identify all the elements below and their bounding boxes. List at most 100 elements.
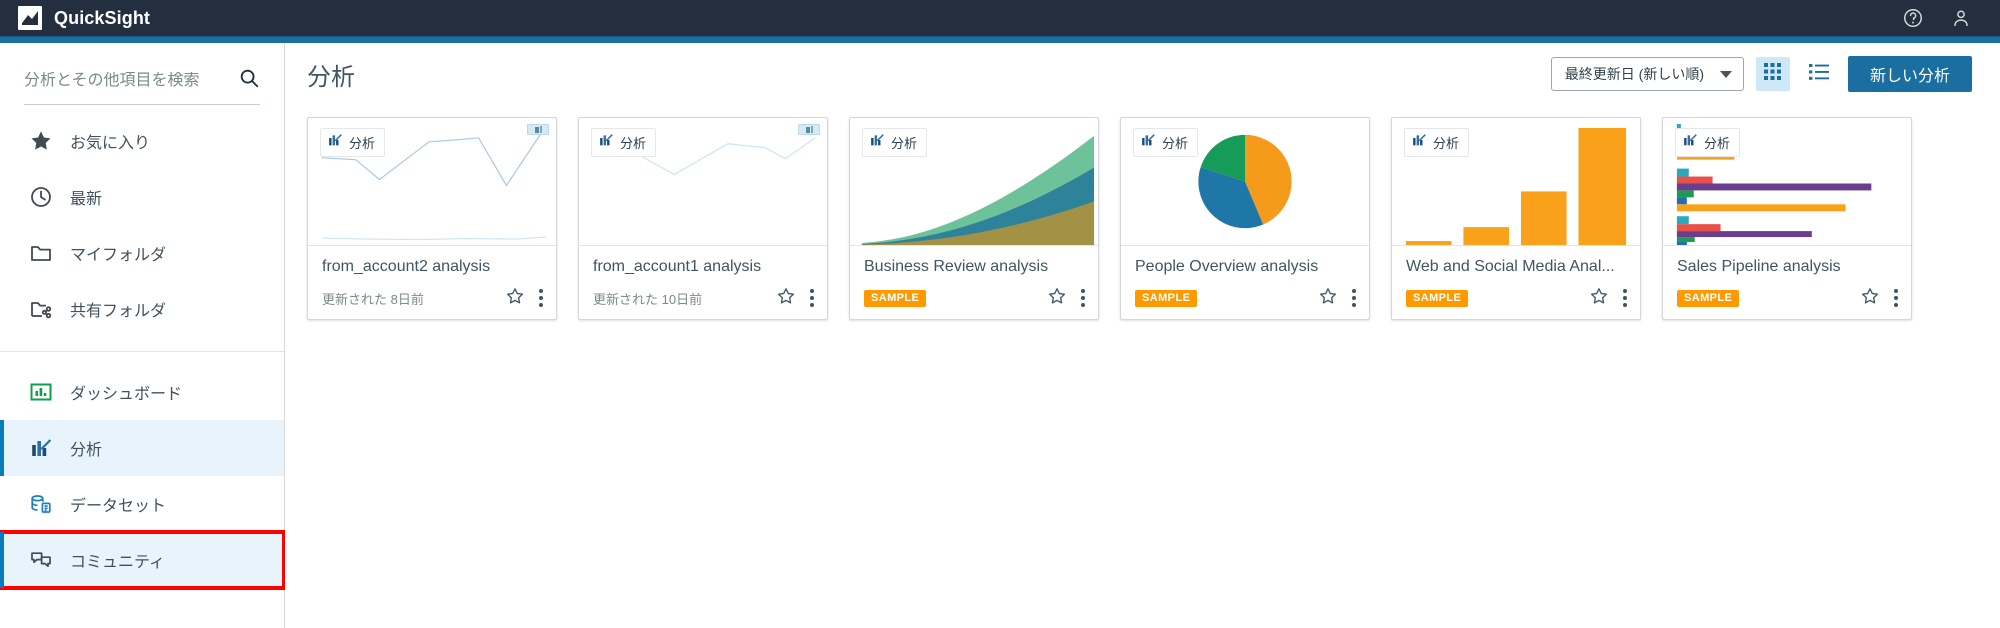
- analysis-icon: [28, 435, 54, 461]
- card-type-badge: 分析: [320, 128, 386, 157]
- card-body: Business Review analysis SAMPLE: [850, 246, 1098, 319]
- card-type-label: 分析: [891, 136, 918, 151]
- card-type-badge: 分析: [1675, 128, 1741, 157]
- card-actions: [1589, 286, 1628, 311]
- card-type-badge: 分析: [591, 128, 657, 157]
- sidebar-item-datasets[interactable]: データセット: [0, 476, 284, 532]
- star-outline-icon[interactable]: [505, 286, 525, 311]
- search-input[interactable]: [24, 71, 238, 90]
- sidebar-item-favorites[interactable]: お気に入り: [0, 113, 284, 169]
- analysis-card-grid: 分析 from_account2 analysis 更新された 8日前 分析 f…: [285, 105, 2000, 320]
- kebab-menu-icon[interactable]: [539, 288, 544, 308]
- card-thumbnail: 分析: [579, 118, 827, 246]
- kebab-menu-icon[interactable]: [810, 288, 815, 308]
- card-body: from_account2 analysis 更新された 8日前: [308, 246, 556, 319]
- sort-dropdown-label: 最終更新日 (新しい順): [1564, 66, 1704, 82]
- sidebar-item-dashboards[interactable]: ダッシュボード: [0, 364, 284, 420]
- star-filled-icon: [28, 128, 54, 154]
- card-type-badge: 分析: [862, 128, 928, 157]
- sidebar-item-label: コミュニティ: [70, 554, 166, 571]
- clock-icon: [28, 184, 54, 210]
- card-body: from_account1 analysis 更新された 10日前: [579, 246, 827, 319]
- sidebar-item-shared-folders[interactable]: 共有フォルダ: [0, 281, 284, 337]
- analysis-card[interactable]: 分析 People Overview analysis SAMPLE: [1120, 117, 1370, 320]
- app-title: QuickSight: [54, 7, 151, 28]
- analysis-card[interactable]: 分析 from_account1 analysis 更新された 10日前: [578, 117, 828, 320]
- card-body: Web and Social Media Anal... SAMPLE: [1392, 246, 1640, 319]
- grid-view-button[interactable]: [1755, 57, 1790, 91]
- list-view-icon: [1808, 63, 1829, 86]
- topbar-actions: [1902, 7, 2000, 29]
- accent-strip: [0, 36, 2000, 43]
- sidebar-group-primary: お気に入り 最新 マイフォルダ 共有フォルダ: [0, 105, 284, 337]
- sidebar-item-community[interactable]: コミュニティ: [0, 530, 286, 590]
- sidebar-group-assets: ダッシュボード 分析 データセット コミュニティ: [0, 351, 286, 590]
- sidebar-item-recent[interactable]: 最新: [0, 169, 284, 225]
- star-outline-icon[interactable]: [1047, 286, 1067, 311]
- star-outline-icon[interactable]: [1860, 286, 1880, 311]
- card-thumbnail: 分析: [308, 118, 556, 246]
- card-actions: [1318, 286, 1357, 311]
- card-meta: SAMPLE: [864, 286, 1086, 310]
- card-title: Sales Pipeline analysis: [1677, 258, 1841, 275]
- card-meta: SAMPLE: [1677, 286, 1899, 310]
- shared-folder-icon: [28, 296, 54, 322]
- card-type-badge: 分析: [1404, 128, 1470, 157]
- sidebar-item-label: 共有フォルダ: [70, 303, 167, 320]
- sidebar: お気に入り 最新 マイフォルダ: [0, 43, 286, 628]
- kebab-menu-icon[interactable]: [1352, 288, 1357, 308]
- card-title: Web and Social Media Anal...: [1406, 258, 1615, 275]
- sidebar-item-label: ダッシュボード: [70, 386, 183, 403]
- card-actions: [776, 286, 815, 311]
- analysis-card[interactable]: 分析 Business Review analysis SAMPLE: [849, 117, 1099, 320]
- header-toolbar: 最終更新日 (新しい順) 新しい分析: [1550, 56, 1972, 92]
- card-meta: 更新された 8日前: [322, 286, 544, 310]
- card-subtitle: 更新された 10日前: [593, 291, 703, 307]
- sidebar-item-my-folders[interactable]: マイフォルダ: [0, 225, 284, 281]
- top-bar: QuickSight: [0, 0, 2000, 36]
- card-title: from_account1 analysis: [593, 258, 762, 275]
- sidebar-item-label: 分析: [70, 442, 103, 459]
- star-outline-icon[interactable]: [1318, 286, 1338, 311]
- card-thumbnail: 分析: [1663, 118, 1911, 246]
- analysis-icon: [1682, 132, 1698, 153]
- status-badge: SAMPLE: [1677, 289, 1740, 307]
- sidebar-item-label: 最新: [70, 191, 103, 208]
- main-content: 分析 最終更新日 (新しい順) 新しい分析 分析 from_account2 a…: [285, 43, 2000, 628]
- sort-dropdown[interactable]: 最終更新日 (新しい順): [1550, 57, 1744, 91]
- new-analysis-button[interactable]: 新しい分析: [1847, 56, 1972, 92]
- analysis-icon: [327, 132, 343, 153]
- list-view-button[interactable]: [1802, 57, 1836, 91]
- card-title: People Overview analysis: [1135, 258, 1319, 275]
- analysis-icon: [869, 132, 885, 153]
- analysis-card[interactable]: 分析 from_account2 analysis 更新された 8日前: [307, 117, 557, 320]
- sidebar-item-analyses[interactable]: 分析: [0, 420, 284, 476]
- help-circle-icon[interactable]: [1902, 7, 1924, 29]
- thumbnail-corner-chip: [798, 124, 820, 135]
- kebab-menu-icon[interactable]: [1894, 288, 1899, 308]
- thumbnail-corner-chip: [527, 124, 549, 135]
- analysis-card[interactable]: 分析 Web and Social Media Anal... SAMPLE: [1391, 117, 1641, 320]
- kebab-menu-icon[interactable]: [1623, 288, 1628, 308]
- user-account-icon[interactable]: [1950, 7, 1972, 29]
- card-meta: SAMPLE: [1406, 286, 1628, 310]
- card-title: from_account2 analysis: [322, 258, 491, 275]
- analysis-icon: [1140, 132, 1156, 153]
- search-icon[interactable]: [238, 67, 260, 94]
- card-type-label: 分析: [349, 136, 376, 151]
- kebab-menu-icon[interactable]: [1081, 288, 1086, 308]
- analysis-card[interactable]: 分析 Sales Pipeline analysis SAMPLE: [1662, 117, 1912, 320]
- analysis-icon: [598, 132, 614, 153]
- sidebar-item-label: データセット: [70, 498, 167, 515]
- status-badge: SAMPLE: [1135, 289, 1198, 307]
- star-outline-icon[interactable]: [776, 286, 796, 311]
- star-outline-icon[interactable]: [1589, 286, 1609, 311]
- card-title: Business Review analysis: [864, 258, 1049, 275]
- search-row[interactable]: [24, 67, 260, 105]
- community-icon: [28, 547, 54, 573]
- card-type-label: 分析: [1433, 136, 1460, 151]
- card-meta: SAMPLE: [1135, 286, 1357, 310]
- card-body: People Overview analysis SAMPLE: [1121, 246, 1369, 319]
- sidebar-item-label: お気に入り: [70, 135, 151, 152]
- brand-area[interactable]: QuickSight: [0, 6, 150, 30]
